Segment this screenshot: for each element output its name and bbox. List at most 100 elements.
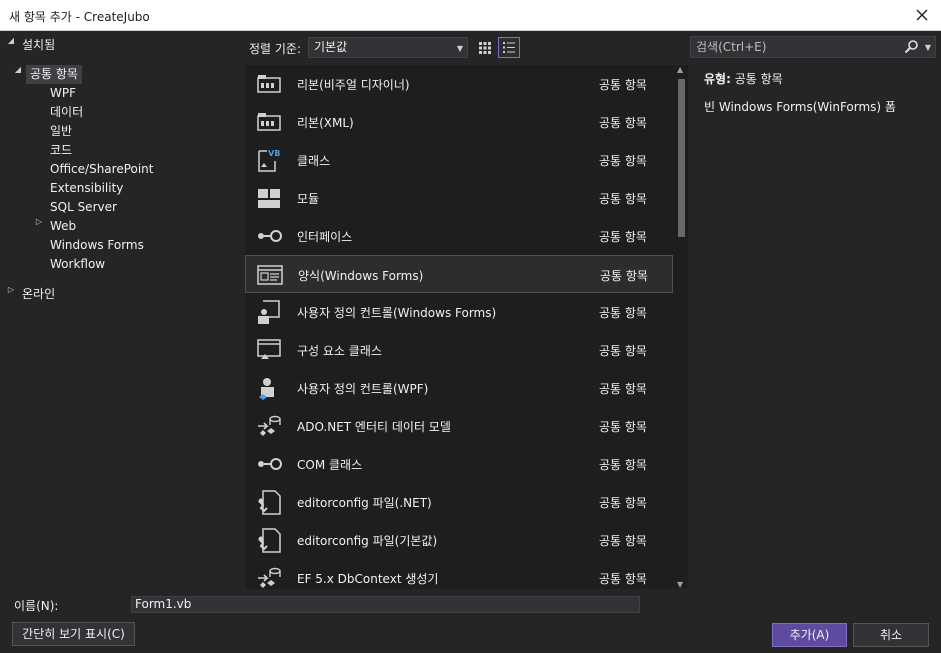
chevron-down-icon: ▼: [456, 44, 463, 53]
template-name: COM 클래스: [297, 458, 363, 472]
form-icon: [257, 265, 283, 285]
tree-item-extensibility[interactable]: Extensibility: [50, 179, 123, 198]
tree-item-windows-forms[interactable]: Windows Forms: [50, 236, 144, 255]
template-name: 구성 요소 클래스: [297, 344, 382, 358]
scroll-down-icon[interactable]: ▼: [677, 580, 683, 589]
tree-installed[interactable]: 설치됨: [22, 36, 55, 55]
template-list: 리본(비주얼 디자이너) 공통 항목 리본(XML) 공통 항목 VB 클래스 공통 항목 모…: [245, 65, 688, 589]
tree-item-office[interactable]: Office/SharePoint: [50, 160, 154, 179]
template-category: 공통 항목: [599, 230, 647, 244]
details-panel: 유형: 공통 항목 빈 Windows Forms(WinForms) 폼: [704, 70, 896, 115]
template-category: 공통 항목: [599, 496, 647, 510]
template-item[interactable]: ADO.NET 엔터티 데이터 모델 공통 항목: [245, 407, 673, 445]
template-item[interactable]: 사용자 정의 컨트롤(WPF) 공통 항목: [245, 369, 673, 407]
template-item[interactable]: 양식(Windows Forms) 공통 항목: [245, 255, 673, 293]
template-name: editorconfig 파일(.NET): [297, 496, 432, 510]
sort-value: 기본값: [314, 40, 348, 54]
tree-item-sql-server[interactable]: SQL Server: [50, 198, 117, 217]
list-view-button[interactable]: [498, 37, 520, 58]
tree-item-wpf[interactable]: WPF: [50, 84, 76, 103]
template-name: 사용자 정의 컨트롤(Windows Forms): [297, 306, 497, 320]
template-category: 공통 항목: [599, 78, 647, 92]
template-name: editorconfig 파일(기본값): [297, 534, 438, 548]
wpf-user-control-icon: [259, 378, 274, 400]
search-icon[interactable]: [903, 39, 919, 55]
config-file-icon: [258, 490, 281, 515]
scroll-up-icon[interactable]: ▲: [677, 65, 683, 74]
ribbon-icon: [257, 75, 281, 93]
window-title: 새 항목 추가 - CreateJubo: [9, 10, 150, 24]
interface-icon: [258, 230, 282, 242]
template-category: 공통 항목: [599, 534, 647, 548]
template-item[interactable]: 리본(비주얼 디자이너) 공통 항목: [245, 65, 673, 103]
tree-item-code[interactable]: 코드: [50, 141, 72, 160]
template-item[interactable]: 리본(XML) 공통 항목: [245, 103, 673, 141]
template-name: EF 5.x DbContext 생성기: [297, 572, 439, 586]
template-name: 양식(Windows Forms): [298, 269, 424, 283]
search-placeholder: 검색(Ctrl+E): [696, 40, 767, 54]
tree-item-general[interactable]: 일반: [50, 122, 72, 141]
template-category: 공통 항목: [599, 154, 647, 168]
ribbon-icon: [257, 113, 281, 131]
interface-icon: [258, 458, 282, 470]
expanded-arrow-icon[interactable]: ◢: [6, 36, 16, 55]
collapsed-arrow-icon[interactable]: ▷: [34, 217, 44, 236]
grid-view-icon: [479, 42, 491, 54]
template-item[interactable]: editorconfig 파일(.NET) 공통 항목: [245, 483, 673, 521]
template-name: 모듈: [297, 192, 320, 206]
expanded-arrow-icon[interactable]: ◢: [13, 65, 23, 84]
search-options-chevron-icon[interactable]: ▼: [925, 41, 931, 55]
template-name: 리본(비주얼 디자이너): [297, 78, 410, 92]
details-type-value: 공통 항목: [734, 72, 783, 86]
component-class-icon: [257, 339, 281, 359]
vertical-scrollbar[interactable]: ▲ ▼: [675, 65, 688, 589]
template-name: 클래스: [297, 154, 331, 168]
tree-online[interactable]: 온라인: [22, 285, 55, 304]
add-button[interactable]: 추가(A): [772, 623, 847, 647]
scrollbar-thumb[interactable]: [678, 79, 685, 237]
sort-dropdown[interactable]: 기본값 ▼: [308, 37, 468, 58]
template-item[interactable]: COM 클래스 공통 항목: [245, 445, 673, 483]
details-type-label: 유형:: [704, 72, 731, 86]
close-icon[interactable]: [911, 4, 933, 26]
cancel-button[interactable]: 취소: [853, 623, 929, 647]
module-icon: [258, 189, 280, 208]
tree-item-data[interactable]: 데이터: [50, 103, 83, 122]
tree-item-workflow[interactable]: Workflow: [50, 255, 105, 274]
sort-label: 정렬 기준:: [249, 42, 302, 56]
grid-view-button[interactable]: [474, 37, 496, 58]
template-category: 공통 항목: [599, 572, 647, 586]
vb-class-icon: VB: [258, 149, 280, 172]
template-name: 사용자 정의 컨트롤(WPF): [297, 382, 429, 396]
template-category: 공통 항목: [600, 269, 648, 283]
template-category: 공통 항목: [599, 458, 647, 472]
category-tree: ◢ 설치됨 ◢ 공통 항목 WPF 데이터 일반 코드 Office/Share…: [0, 31, 243, 591]
template-item[interactable]: VB 클래스 공통 항목: [245, 141, 673, 179]
template-item[interactable]: 인터페이스 공통 항목: [245, 217, 673, 255]
name-input[interactable]: Form1.vb: [131, 596, 640, 613]
list-view-icon: [503, 42, 515, 53]
entity-model-icon: [258, 567, 281, 588]
search-box[interactable]: 검색(Ctrl+E) ▼: [690, 36, 936, 58]
template-item[interactable]: 모듈 공통 항목: [245, 179, 673, 217]
compact-view-button[interactable]: 간단히 보기 표시(C): [12, 622, 135, 646]
details-description: 빈 Windows Forms(WinForms) 폼: [704, 100, 896, 114]
tree-common-items[interactable]: 공통 항목: [26, 65, 82, 84]
template-category: 공통 항목: [599, 192, 647, 206]
template-category: 공통 항목: [599, 382, 647, 396]
template-item[interactable]: 사용자 정의 컨트롤(Windows Forms) 공통 항목: [245, 293, 673, 331]
template-name: 인터페이스: [297, 230, 353, 244]
template-name: ADO.NET 엔터티 데이터 모델: [297, 420, 451, 434]
user-control-icon: [258, 300, 280, 324]
svg-text:VB: VB: [268, 149, 280, 158]
template-category: 공통 항목: [599, 306, 647, 320]
template-item[interactable]: editorconfig 파일(기본값) 공통 항목: [245, 521, 673, 559]
tree-item-web[interactable]: Web: [50, 217, 76, 236]
template-category: 공통 항목: [599, 420, 647, 434]
entity-model-icon: [258, 415, 281, 436]
template-name: 리본(XML): [297, 116, 354, 130]
template-item[interactable]: 구성 요소 클래스 공통 항목: [245, 331, 673, 369]
template-item[interactable]: EF 5.x DbContext 생성기 공통 항목: [245, 559, 673, 589]
template-category: 공통 항목: [599, 344, 647, 358]
collapsed-arrow-icon[interactable]: ▷: [6, 285, 16, 304]
